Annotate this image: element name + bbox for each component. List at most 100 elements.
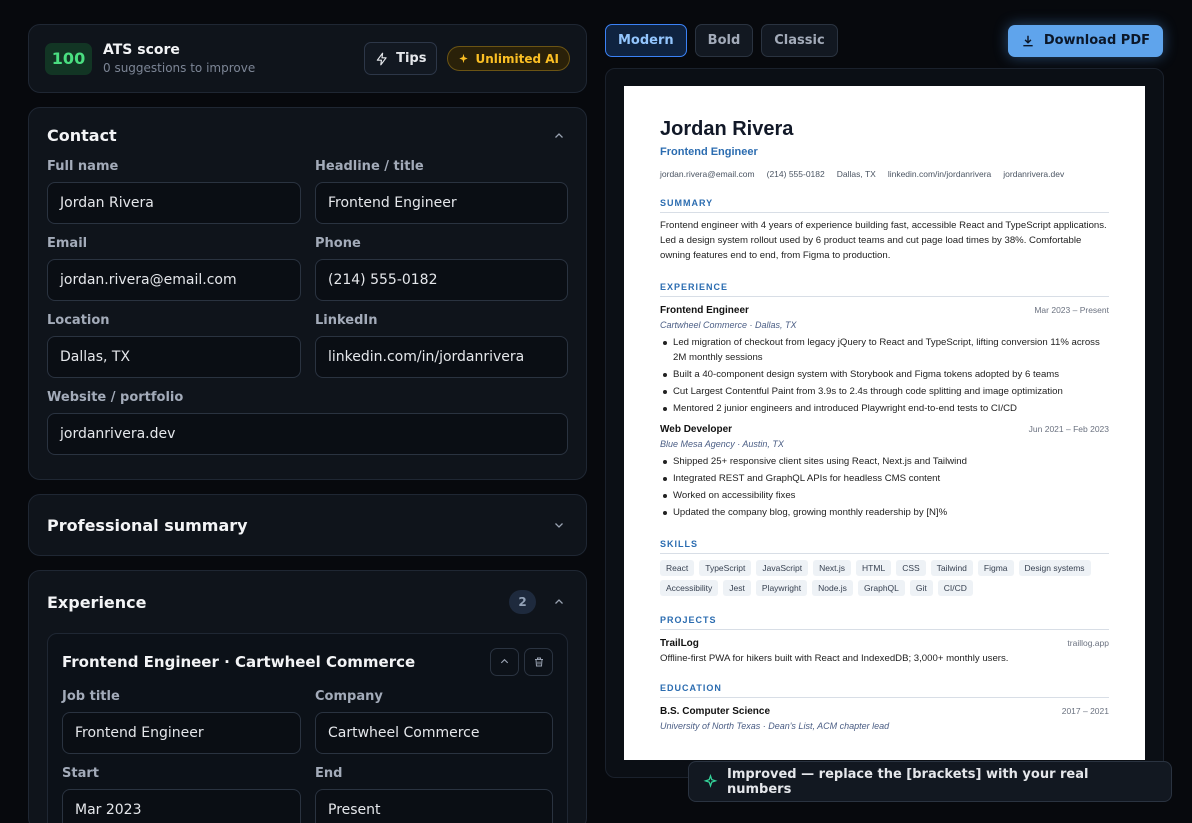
skill-chip: Design systems [1018, 560, 1091, 576]
resume-degree: B.S. Computer Science [660, 706, 771, 717]
chevron-up-icon[interactable] [550, 127, 568, 145]
end-date-input[interactable]: Present [315, 789, 553, 823]
toast-message: Improved — replace the [brackets] with y… [726, 766, 1089, 797]
contact-fields: Full name Jordan Rivera Headline / title F… [47, 159, 568, 467]
tips-button[interactable]: Tips [364, 42, 438, 75]
contact-section: Contact Full name Jordan Rivera Headline … [28, 107, 587, 480]
resume-bullet: Built a 40-component design system with … [660, 367, 1109, 382]
professional-summary-section[interactable]: Professional summary [28, 494, 587, 556]
phone-label: Phone [315, 236, 361, 251]
template-tab-modern[interactable]: Modern [605, 24, 687, 57]
resume-summary-heading: SUMMARY [660, 198, 1109, 213]
website-input[interactable]: jordanrivera.dev [47, 413, 568, 455]
resume-education-dates: 2017 – 2021 [1061, 706, 1109, 716]
download-label: Download PDF [1043, 33, 1150, 48]
resume-education: B.S. Computer Science 2017 – 2021 Univers… [660, 706, 1109, 731]
email-label: Email [47, 236, 88, 251]
skill-chip: TypeScript [699, 560, 752, 576]
end-date-label: End [315, 766, 343, 781]
template-toolbar: Modern Bold Classic Download PDF [605, 24, 1163, 57]
linkedin-label: LinkedIn [315, 313, 378, 328]
linkedin-input[interactable]: linkedin.com/in/jordanrivera [315, 336, 568, 378]
resume-project-link: traillog.app [1067, 638, 1109, 648]
ats-score-title: ATS score [103, 42, 180, 58]
lightning-icon [376, 52, 387, 65]
resume-school: University of North Texas · Dean's List,… [660, 721, 890, 731]
headline-label: Headline / title [315, 159, 424, 174]
resume-education-heading: EDUCATION [660, 683, 1109, 698]
download-pdf-button[interactable]: Download PDF [1007, 24, 1163, 57]
resume-bullet: Mentored 2 junior engineers and introduc… [660, 401, 1109, 416]
experience-header[interactable]: Experience 2 [47, 571, 568, 633]
tips-label: Tips [396, 51, 427, 66]
chevron-up-icon[interactable] [550, 593, 568, 611]
resume-bullet: Worked on accessibility fixes [660, 488, 1109, 503]
collapse-entry-button[interactable] [490, 647, 519, 676]
location-label: Location [47, 313, 110, 328]
resume-job: Web Developer Jun 2021 – Feb 2023 Blue Me… [660, 424, 1109, 520]
start-date-label: Start [62, 766, 99, 781]
location-input[interactable]: Dallas, TX [47, 336, 301, 378]
resume-skills-heading: SKILLS [660, 539, 1109, 554]
resume-job-company: Cartwheel Commerce · Dallas, TX [660, 320, 797, 330]
skill-chip: Figma [977, 560, 1014, 576]
sparkle-icon [459, 53, 469, 64]
full-name-input[interactable]: Jordan Rivera [47, 182, 301, 224]
company-input[interactable]: Cartwheel Commerce [315, 712, 553, 754]
resume-projects-heading: PROJECTS [660, 615, 1109, 630]
resume-email: jordan.rivera@email.com [660, 169, 755, 179]
resume-project-description: Offline-first PWA for hikers built with … [660, 653, 1009, 664]
skill-chip: Next.js [813, 560, 852, 576]
resume-website: jordanrivera.dev [1003, 169, 1065, 179]
chevron-up-icon [500, 658, 509, 664]
resume-job-dates: Mar 2023 – Present [1034, 305, 1109, 315]
resume-project: TrailLog traillog.app Offline-first PWA f… [660, 638, 1109, 664]
resume-summary-text: Frontend engineer with 4 years of experi… [660, 220, 1107, 261]
resume-job-title: Web Developer [660, 424, 733, 435]
headline-input[interactable]: Frontend Engineer [315, 182, 568, 224]
sparkle-icon [703, 774, 718, 788]
resume-name: Jordan Rivera [660, 118, 794, 140]
skill-chip: HTML [856, 560, 892, 576]
skill-chip: Tailwind [930, 560, 973, 576]
skill-chip: Git [909, 580, 933, 596]
template-tab-classic[interactable]: Classic [761, 24, 838, 57]
resume-job-dates: Jun 2021 – Feb 2023 [1028, 424, 1109, 434]
job-title-label: Job title [62, 689, 120, 704]
delete-entry-button[interactable] [524, 647, 553, 676]
resume-experience-heading: EXPERIENCE [660, 282, 1109, 297]
resume-linkedin: linkedin.com/in/jordanrivera [887, 169, 992, 179]
resume-skills-list: React TypeScript JavaScript Next.js HTML CSS T… [660, 560, 1109, 596]
email-input[interactable]: jordan.rivera@email.com [47, 259, 301, 301]
resume-headline: Frontend Engineer [660, 146, 758, 158]
resume-contact-line: jordan.rivera@email.com (214) 555-0182 D… [660, 169, 1109, 179]
resume-bullet: Shipped 25+ responsive client sites usin… [660, 454, 1109, 469]
resume-job: Frontend Engineer Mar 2023 – Present Cart… [660, 305, 1109, 416]
resume-bullet: Led migration of checkout from legacy jQ… [660, 335, 1109, 365]
experience-section: Experience 2 Frontend Engineer · Cartwhe… [28, 570, 587, 823]
skill-chip: CI/CD [937, 580, 973, 596]
contact-title: Contact [47, 126, 117, 145]
skill-chip: Node.js [812, 580, 853, 596]
template-tab-bold[interactable]: Bold [694, 24, 754, 57]
job-title-input[interactable]: Frontend Engineer [62, 712, 301, 754]
resume-bullet: Updated the company blog, growing monthl… [660, 505, 1109, 520]
contact-header[interactable]: Contact [47, 126, 568, 145]
experience-entry-title: Frontend Engineer · Cartwheel Commerce [62, 652, 416, 671]
ats-score-card: 100 ATS score 0 suggestions to improve T… [28, 24, 587, 93]
resume-phone: (214) 555-0182 [766, 169, 825, 179]
company-label: Company [315, 689, 383, 704]
experience-title: Experience [47, 592, 147, 612]
download-icon [1023, 35, 1033, 46]
ai-badge-label: Unlimited AI [475, 51, 559, 66]
improvement-toast: Improved — replace the [brackets] with y… [688, 761, 1172, 802]
skill-chip: JavaScript [756, 560, 809, 576]
chevron-down-icon[interactable] [550, 516, 568, 534]
phone-input[interactable]: (214) 555-0182 [315, 259, 568, 301]
resume-bullet: Integrated REST and GraphQL APIs for hea… [660, 471, 1109, 486]
start-date-input[interactable]: Mar 2023 [62, 789, 301, 823]
resume-job-company: Blue Mesa Agency · Austin, TX [660, 439, 784, 449]
editor-panel: 100 ATS score 0 suggestions to improve T… [28, 24, 587, 823]
summary-title: Professional summary [47, 515, 248, 535]
website-label: Website / portfolio [47, 390, 184, 405]
